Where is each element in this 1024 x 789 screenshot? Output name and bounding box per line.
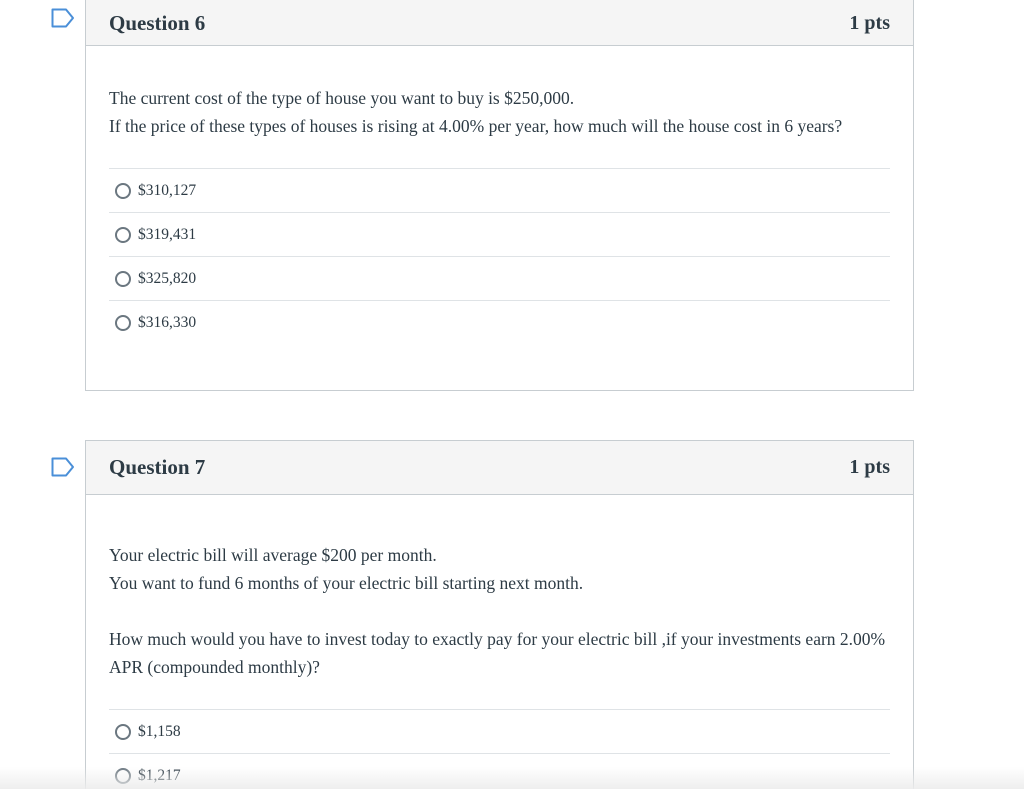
question-6-card: Question 6 1 pts The current cost of the… [85, 0, 914, 391]
answer-option[interactable]: $1,217 [109, 753, 890, 789]
question-title: Question 6 [109, 10, 206, 35]
answer-option[interactable]: $319,431 [109, 212, 890, 256]
answer-label[interactable]: $316,330 [138, 314, 196, 332]
question-points: 1 pts [849, 11, 890, 34]
answer-list: $310,127 $319,431 $325,820 $316,330 [109, 168, 890, 344]
question-text-paragraph: How much would you have to invest today … [109, 629, 886, 677]
question-text: Your electric bill will average $200 per… [109, 495, 890, 681]
radio-button[interactable] [115, 767, 131, 784]
flag-icon [51, 8, 74, 28]
radio-button[interactable] [115, 226, 131, 243]
question-7-card: Question 7 1 pts Your electric bill will… [85, 440, 914, 789]
radio-button[interactable] [115, 270, 131, 287]
quiz-page: Question 6 1 pts The current cost of the… [0, 0, 1024, 789]
question-title: Question 7 [109, 455, 206, 479]
question-header: Question 7 1 pts [86, 441, 913, 495]
answer-label[interactable]: $1,158 [138, 723, 181, 741]
flag-question-6-icon[interactable] [51, 8, 74, 28]
question-text-line: You want to fund 6 months of your electr… [109, 573, 584, 593]
radio-button[interactable] [115, 182, 131, 199]
flag-question-7-icon[interactable] [51, 457, 74, 477]
radio-button[interactable] [115, 314, 131, 331]
answer-label[interactable]: $325,820 [138, 270, 196, 288]
answer-list: $1,158 $1,217 [109, 709, 890, 789]
question-body: The current cost of the type of house yo… [86, 46, 913, 344]
answer-option[interactable]: $310,127 [109, 168, 890, 212]
answer-label[interactable]: $1,217 [138, 767, 181, 785]
question-text-line: Your electric bill will average $200 per… [109, 545, 437, 565]
radio-button[interactable] [115, 723, 131, 740]
answer-option[interactable]: $316,330 [109, 300, 890, 344]
question-text-line: The current cost of the type of house yo… [109, 88, 575, 108]
question-text-line: If the price of these types of houses is… [109, 116, 843, 136]
answer-label[interactable]: $319,431 [138, 226, 196, 244]
flag-icon [51, 457, 74, 477]
question-header: Question 6 1 pts [86, 0, 913, 46]
question-text: The current cost of the type of house yo… [109, 46, 890, 168]
answer-option[interactable]: $1,158 [109, 709, 890, 753]
question-points: 1 pts [849, 456, 890, 478]
answer-label[interactable]: $310,127 [138, 182, 196, 200]
question-body: Your electric bill will average $200 per… [86, 495, 913, 789]
answer-option[interactable]: $325,820 [109, 256, 890, 300]
